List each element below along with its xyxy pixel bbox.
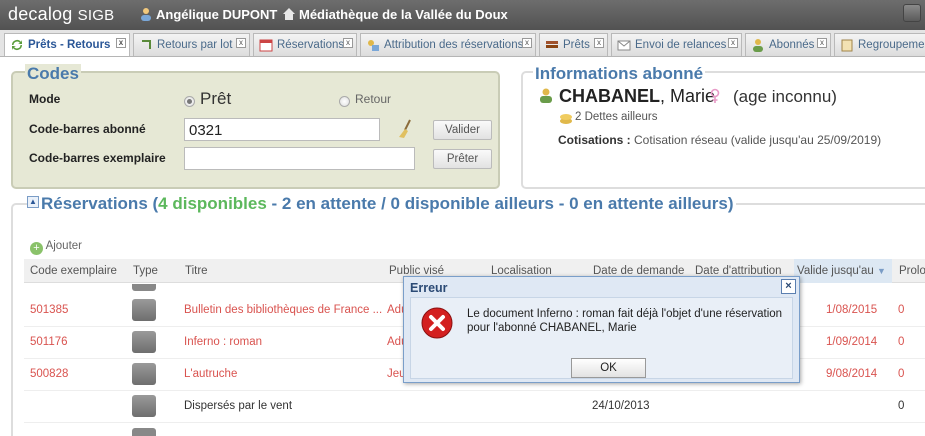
broom-icon[interactable] xyxy=(396,119,414,139)
mode-retour-label[interactable]: Retour xyxy=(355,92,391,106)
col-titre[interactable]: Titre xyxy=(185,265,208,277)
col-type[interactable]: Type xyxy=(133,265,158,277)
table-row[interactable]: Dispersés par le vent 24/10/2013 0 xyxy=(24,391,925,423)
book-icon xyxy=(132,395,156,417)
col-valide-jusqu[interactable]: Valide jusqu'au ▼ xyxy=(794,259,892,283)
mode-retour-radio[interactable] xyxy=(339,96,350,107)
row-date-demande: 24/10/2013 xyxy=(592,400,650,412)
col-code-exemplaire[interactable]: Code exemplaire xyxy=(30,265,117,277)
collapse-toggle[interactable]: ▲ xyxy=(27,196,39,208)
female-icon xyxy=(710,88,720,103)
attribution-icon xyxy=(368,40,379,51)
dettes-ailleurs[interactable]: 2 Dettes ailleurs xyxy=(575,111,657,123)
tab-prets-retours[interactable]: Prêts - Retours x xyxy=(4,33,130,56)
book-icon xyxy=(132,363,156,385)
subscriber-info-panel: Informations abonné CHABANEL, Marie (age… xyxy=(521,64,925,189)
current-user[interactable]: Angélique DUPONT xyxy=(139,7,277,22)
dialog-title: Erreur xyxy=(410,281,448,295)
abonne-barcode-input[interactable]: 0321 xyxy=(184,118,380,141)
close-tab-icon[interactable]: x xyxy=(343,38,353,48)
subscriber-age: (age inconnu) xyxy=(733,87,837,106)
row-titre[interactable]: Inferno : roman xyxy=(184,336,262,348)
tab-attribution-reservations[interactable]: Attribution des réservations x xyxy=(360,33,536,56)
exemplaire-barcode-input[interactable] xyxy=(184,147,415,170)
row-titre[interactable]: Dispersés par le vent xyxy=(184,400,292,412)
coins-icon xyxy=(560,114,572,124)
refresh-icon xyxy=(12,40,22,50)
row-code[interactable]: 501385 xyxy=(30,304,68,316)
cotisations: Cotisations : Cotisation réseau (valide … xyxy=(558,133,882,147)
close-tab-icon[interactable]: x xyxy=(594,38,604,48)
current-library[interactable]: Médiathèque de la Vallée du Doux xyxy=(282,7,508,22)
calendar-icon xyxy=(259,39,273,52)
tab-regroupement[interactable]: Regroupement xyxy=(834,33,925,56)
row-code[interactable]: 500828 xyxy=(30,368,68,380)
book-icon xyxy=(132,428,156,436)
app-logo: decalog SIGB xyxy=(8,4,115,24)
row-code[interactable]: 501176 xyxy=(30,336,68,348)
close-tab-icon[interactable]: x xyxy=(236,38,246,48)
close-tab-icon[interactable]: x xyxy=(522,38,532,48)
close-tab-icon[interactable]: x xyxy=(116,38,126,48)
row-prolo: 0 xyxy=(898,336,905,348)
book-icon xyxy=(132,284,156,291)
row-valide: 9/08/2014 xyxy=(826,368,878,380)
user-icon xyxy=(141,8,151,21)
dialog-body: Le document Inferno : roman fait déjà l'… xyxy=(410,297,793,379)
subscriber-icon xyxy=(540,88,552,103)
tab-envoi-relances[interactable]: Envoi de relances x xyxy=(611,33,742,56)
tab-retours-par-lot[interactable]: Retours par lot x xyxy=(133,33,250,56)
subscriber-name[interactable]: CHABANEL, Marie xyxy=(559,86,715,107)
home-icon xyxy=(283,8,295,20)
error-dialog: Erreur × Le document Inferno : roman fai… xyxy=(403,276,800,383)
mode-pret-label[interactable]: Prêt xyxy=(200,89,231,109)
dialog-message: Le document Inferno : roman fait déjà l'… xyxy=(467,308,783,334)
preter-button[interactable]: Prêter xyxy=(433,149,492,169)
error-icon xyxy=(421,307,453,339)
row-prolo: 0 xyxy=(898,400,905,412)
close-icon[interactable]: × xyxy=(781,279,796,294)
books-icon xyxy=(546,41,558,48)
info-title: Informations abonné xyxy=(533,64,706,84)
tab-bar: Prêts - Retours x Retours par lot x Réserv… xyxy=(0,30,925,57)
tab-reservations[interactable]: Réservations x xyxy=(253,33,357,56)
row-valide: 1/09/2014 xyxy=(826,336,878,348)
ok-button[interactable]: OK xyxy=(571,358,646,378)
exemplaire-label: Code-barres exemplaire xyxy=(29,151,166,165)
reservations-title: Réservations (4 disponibles - 2 en atten… xyxy=(39,194,736,214)
window-menu-button[interactable] xyxy=(903,4,921,22)
clipboard-icon xyxy=(841,39,853,52)
tab-prets[interactable]: Prêts x xyxy=(539,33,608,56)
codes-title: Codes xyxy=(25,64,81,84)
valider-button[interactable]: Valider xyxy=(433,120,492,140)
mode-pret-radio[interactable] xyxy=(184,96,195,107)
book-icon xyxy=(132,299,156,321)
row-prolo: 0 xyxy=(898,304,905,316)
add-icon: + xyxy=(30,242,43,255)
row-valide: 1/08/2015 xyxy=(826,304,878,316)
tab-abonnes[interactable]: Abonnés x xyxy=(745,33,831,56)
row-titre[interactable]: Bulletin des bibliothèques de France ... xyxy=(184,304,382,316)
sort-desc-icon: ▼ xyxy=(877,266,886,276)
top-bar: decalog SIGB Angélique DUPONT Médiathèqu… xyxy=(0,0,925,30)
user-icon xyxy=(753,39,763,52)
return-icon xyxy=(142,40,151,49)
codes-panel: Codes Mode Prêt Retour Code-barres abonn… xyxy=(11,64,500,189)
envelope-icon xyxy=(617,40,631,51)
row-prolo: 0 xyxy=(898,368,905,380)
row-titre[interactable]: L'autruche xyxy=(184,368,237,380)
abonne-label: Code-barres abonné xyxy=(29,122,146,136)
mode-label: Mode xyxy=(29,92,61,106)
book-icon xyxy=(132,331,156,353)
close-tab-icon[interactable]: x xyxy=(728,38,738,48)
close-tab-icon[interactable]: x xyxy=(817,38,827,48)
col-prolongation[interactable]: Prolo xyxy=(899,265,925,277)
ajouter-button[interactable]: + Ajouter xyxy=(30,240,82,255)
